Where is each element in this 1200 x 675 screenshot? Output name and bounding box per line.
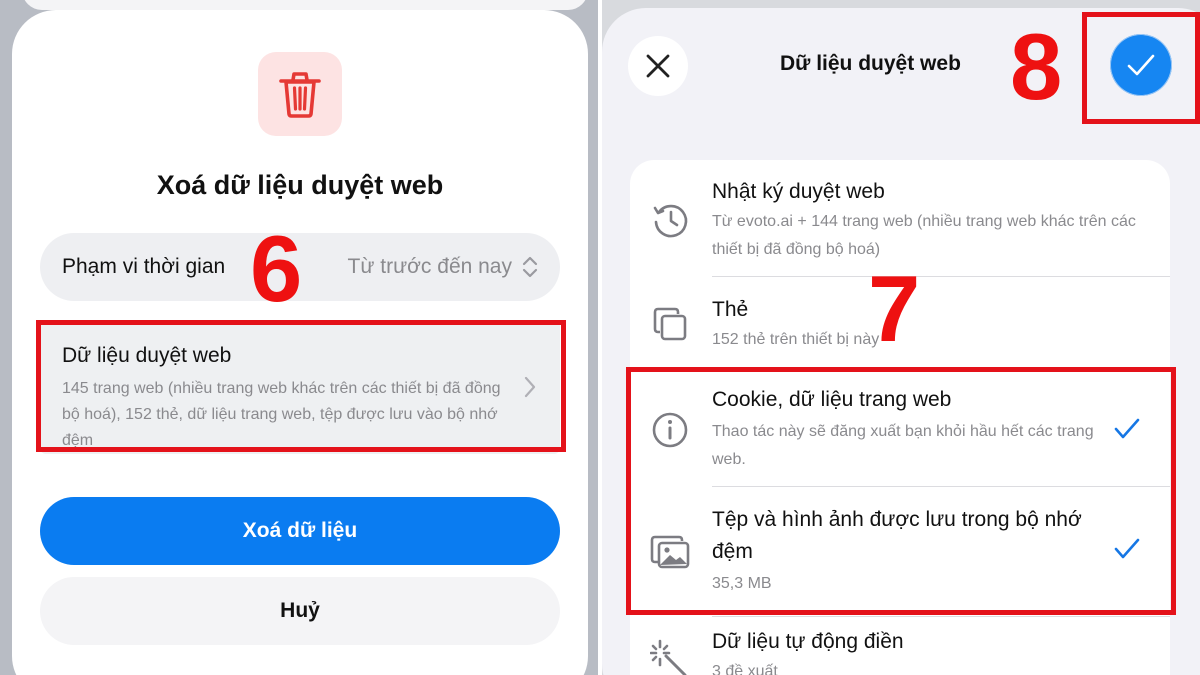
- separator: [712, 616, 1170, 617]
- step-number-8: 8: [1010, 14, 1063, 119]
- time-range-value: Từ trước đến nay: [347, 255, 512, 278]
- delete-data-button[interactable]: Xoá dữ liệu: [40, 497, 560, 565]
- history-icon: [653, 204, 688, 238]
- highlight-box-selected-items: [626, 367, 1176, 615]
- sheet-title: Xoá dữ liệu duyệt web: [156, 170, 444, 200]
- history-subtitle: Từ evoto.ai + 144 trang web (nhiều trang…: [712, 213, 1136, 258]
- history-title: Nhật ký duyệt web: [712, 180, 885, 203]
- close-icon: [646, 54, 670, 78]
- autofill-icon: [650, 639, 687, 675]
- trash-icon: [258, 52, 342, 136]
- highlight-box-browsing-data: [36, 320, 566, 452]
- chevron-up-down-icon: [522, 256, 538, 278]
- step-number-7: 7: [868, 256, 921, 361]
- separator: [712, 276, 1170, 277]
- autofill-subtitle: 3 đề xuất: [712, 663, 778, 675]
- background-sheet-peek: [22, 0, 588, 10]
- autofill-title: Dữ liệu tự động điền: [712, 630, 904, 653]
- close-button[interactable]: [628, 36, 688, 96]
- tabs-icon: [653, 307, 687, 341]
- step-number-6: 6: [250, 216, 303, 321]
- highlight-box-confirm: [1082, 12, 1200, 124]
- cancel-button[interactable]: Huỷ: [40, 577, 560, 645]
- tabs-title: Thẻ: [712, 298, 749, 321]
- tabs-subtitle: 152 thẻ trên thiết bị này: [712, 331, 880, 348]
- panel-title: Dữ liệu duyệt web: [780, 52, 961, 75]
- time-range-label: Phạm vi thời gian: [62, 255, 226, 278]
